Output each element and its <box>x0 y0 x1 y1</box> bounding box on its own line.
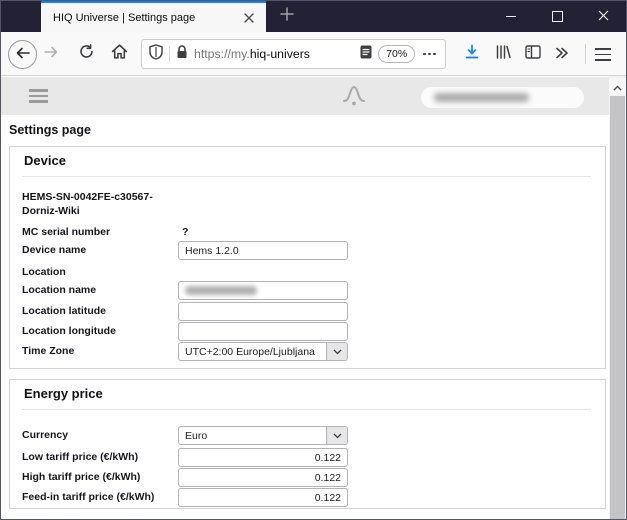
forward-button[interactable] <box>43 47 59 60</box>
device-serial-id: HEMS-SN-0042FE-c30567- Dorniz-Wiki <box>22 190 153 218</box>
page-title: Settings page <box>9 123 91 137</box>
home-icon <box>111 44 128 64</box>
close-icon <box>598 8 609 26</box>
redacted-location-name <box>185 286 257 295</box>
account-pill[interactable] <box>421 87 584 108</box>
location-longitude-input[interactable] <box>178 322 348 341</box>
library-icon <box>495 44 511 65</box>
scrollbar-thumb[interactable] <box>610 96 625 519</box>
location-name-input[interactable] <box>178 281 348 300</box>
high-tariff-input[interactable] <box>178 468 348 487</box>
low-tariff-row: Low tariff price (€/kWh) <box>10 448 605 467</box>
location-longitude-row: Location longitude <box>10 322 605 341</box>
shield-icon[interactable] <box>149 44 163 65</box>
lock-icon[interactable] <box>176 45 188 64</box>
minimize-button[interactable] <box>488 1 534 32</box>
urlbar-divider <box>169 46 170 62</box>
location-latitude-row: Location latitude <box>10 302 605 321</box>
site-header <box>1 77 609 115</box>
hamburger-icon <box>595 48 611 50</box>
url-domain: hiq-univers <box>250 47 310 61</box>
web-page: Settings page Device HEMS-SN-0042FE-c305… <box>1 76 626 519</box>
home-button[interactable] <box>111 46 128 61</box>
site-menu-button[interactable] <box>29 89 48 103</box>
tab-close-icon[interactable] <box>240 9 258 27</box>
url-scheme: https://my. <box>194 47 250 61</box>
maximize-button[interactable] <box>534 1 580 32</box>
forward-arrow-icon <box>44 45 58 63</box>
window-controls <box>488 1 626 32</box>
chevron-up-icon <box>613 78 622 96</box>
toolbar-divider <box>585 44 586 64</box>
app-menu-button[interactable] <box>594 48 612 61</box>
library-button[interactable] <box>494 46 511 63</box>
browser-toolbar: https://my.hiq-univers 70% <box>1 32 626 76</box>
feed-in-tariff-input[interactable] <box>178 488 348 507</box>
scroll-up-button[interactable] <box>609 78 626 95</box>
sidebar-icon <box>525 45 541 64</box>
chevron-down-icon <box>326 343 347 360</box>
energy-price-section: Energy price Currency Euro Low tariff pr… <box>9 379 606 509</box>
mc-serial-row: MC serial number ? <box>10 223 605 242</box>
hiq-logo-icon <box>342 85 366 112</box>
location-group-row: Location <box>10 263 605 282</box>
energy-price-heading: Energy price <box>24 386 103 401</box>
device-name-input[interactable] <box>178 241 348 260</box>
plus-icon <box>280 7 294 26</box>
time-zone-select[interactable]: UTC+2:00 Europe/Ljubljana <box>178 342 348 361</box>
back-button[interactable] <box>8 40 37 69</box>
time-zone-row: Time Zone UTC+2:00 Europe/Ljubljana <box>10 342 605 361</box>
section-divider <box>22 409 591 410</box>
chevron-down-icon <box>326 427 347 444</box>
currency-row: Currency Euro <box>10 426 605 445</box>
location-latitude-input[interactable] <box>178 302 348 321</box>
tab-title: HIQ Universe | Settings page <box>53 12 240 24</box>
toolbar-overflow-button[interactable] <box>554 48 569 61</box>
site-hamburger-icon <box>29 89 48 92</box>
page-scrollbar[interactable] <box>609 76 626 519</box>
reload-icon <box>79 44 94 64</box>
close-button[interactable] <box>580 1 626 32</box>
titlebar: HIQ Universe | Settings page <box>1 1 626 32</box>
reload-button[interactable] <box>78 46 94 62</box>
high-tariff-row: High tariff price (€/kWh) <box>10 468 605 487</box>
url-text[interactable]: https://my.hiq-univers <box>194 47 354 61</box>
zoom-level-indicator[interactable]: 70% <box>378 45 415 63</box>
feed-in-tariff-row: Feed-in tariff price (€/kWh) <box>10 488 605 507</box>
device-name-row: Device name <box>10 241 605 260</box>
section-divider <box>22 176 591 177</box>
redacted-account-name <box>434 93 529 102</box>
browser-tab[interactable]: HIQ Universe | Settings page <box>41 1 266 32</box>
double-chevron-icon <box>555 46 569 64</box>
mc-serial-value: ? <box>182 223 188 242</box>
downloads-button[interactable] <box>463 46 480 63</box>
back-arrow-icon <box>16 46 30 64</box>
page-actions-icon[interactable] <box>421 53 438 56</box>
device-section: Device HEMS-SN-0042FE-c30567- Dorniz-Wik… <box>9 146 606 369</box>
device-heading: Device <box>24 153 66 168</box>
new-tab-button[interactable] <box>271 1 303 32</box>
sidebar-toggle-button[interactable] <box>524 47 541 62</box>
reader-mode-icon[interactable] <box>360 45 372 64</box>
url-bar[interactable]: https://my.hiq-univers 70% <box>141 39 446 69</box>
low-tariff-input[interactable] <box>178 448 348 467</box>
location-name-row: Location name <box>10 281 605 300</box>
browser-window: HIQ Universe | Settings page <box>0 0 627 520</box>
currency-select[interactable]: Euro <box>178 426 348 445</box>
maximize-icon <box>552 11 563 22</box>
download-icon <box>464 44 480 65</box>
minimize-icon <box>506 16 516 17</box>
